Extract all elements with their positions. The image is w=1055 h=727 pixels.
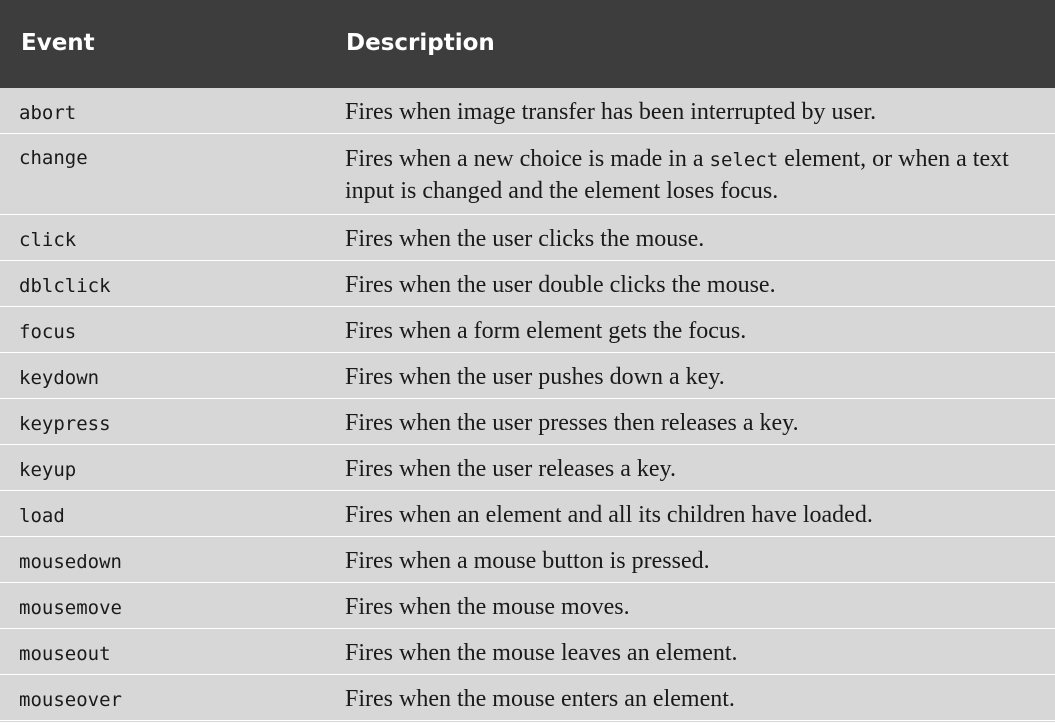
table-row: keypress Fires when the user presses the… <box>0 399 1055 445</box>
table-header: Event Description <box>0 0 1055 88</box>
event-name: mousemove <box>19 597 122 619</box>
event-name: keydown <box>19 367 100 389</box>
table-row: mousemove Fires when the mouse moves. <box>0 583 1055 629</box>
table-row: mouseover Fires when the mouse enters an… <box>0 675 1055 721</box>
event-name: abort <box>19 102 77 124</box>
event-description: Fires when a new choice is made in a sel… <box>345 144 1045 207</box>
event-description: Fires when a form element gets the focus… <box>345 318 747 344</box>
event-name: click <box>19 229 77 251</box>
event-description: Fires when the mouse enters an element. <box>345 686 735 712</box>
table-row: keyup Fires when the user releases a key… <box>0 445 1055 491</box>
events-table: Event Description abort Fires when image… <box>0 0 1055 722</box>
event-name: keyup <box>19 459 77 481</box>
inline-code: select <box>709 149 779 171</box>
table-row: keydown Fires when the user pushes down … <box>0 353 1055 399</box>
event-name: mousedown <box>19 551 122 573</box>
event-description: Fires when the mouse moves. <box>345 594 630 620</box>
event-name: load <box>19 505 65 527</box>
header-description: Description <box>346 30 495 56</box>
event-description: Fires when the user double clicks the mo… <box>345 272 776 298</box>
table-row: load Fires when an element and all its c… <box>0 491 1055 537</box>
event-description: Fires when a mouse button is pressed. <box>345 548 710 574</box>
table-row: abort Fires when image transfer has been… <box>0 88 1055 134</box>
event-description: Fires when the user clicks the mouse. <box>345 226 705 252</box>
event-description: Fires when image transfer has been inter… <box>345 99 877 125</box>
table-body: abort Fires when image transfer has been… <box>0 88 1055 721</box>
event-name: focus <box>19 321 77 343</box>
description-text: Fires when a new choice is made in a <box>345 146 710 172</box>
table-row: mouseout Fires when the mouse leaves an … <box>0 629 1055 675</box>
table-row: click Fires when the user clicks the mou… <box>0 215 1055 261</box>
table-row: dblclick Fires when the user double clic… <box>0 261 1055 307</box>
event-description: Fires when the user presses then release… <box>345 410 799 436</box>
event-description: Fires when the user pushes down a key. <box>345 364 725 390</box>
table-row: change Fires when a new choice is made i… <box>0 134 1055 215</box>
event-description: Fires when the mouse leaves an element. <box>345 640 738 666</box>
event-name: mouseover <box>19 689 122 711</box>
table-row: focus Fires when a form element gets the… <box>0 307 1055 353</box>
table-row: mousedown Fires when a mouse button is p… <box>0 537 1055 583</box>
event-name: change <box>19 147 88 169</box>
event-name: dblclick <box>19 275 111 297</box>
event-description: Fires when an element and all its childr… <box>345 502 873 528</box>
event-name: mouseout <box>19 643 111 665</box>
event-description: Fires when the user releases a key. <box>345 456 676 482</box>
event-name: keypress <box>19 413 111 435</box>
header-event: Event <box>21 30 95 56</box>
